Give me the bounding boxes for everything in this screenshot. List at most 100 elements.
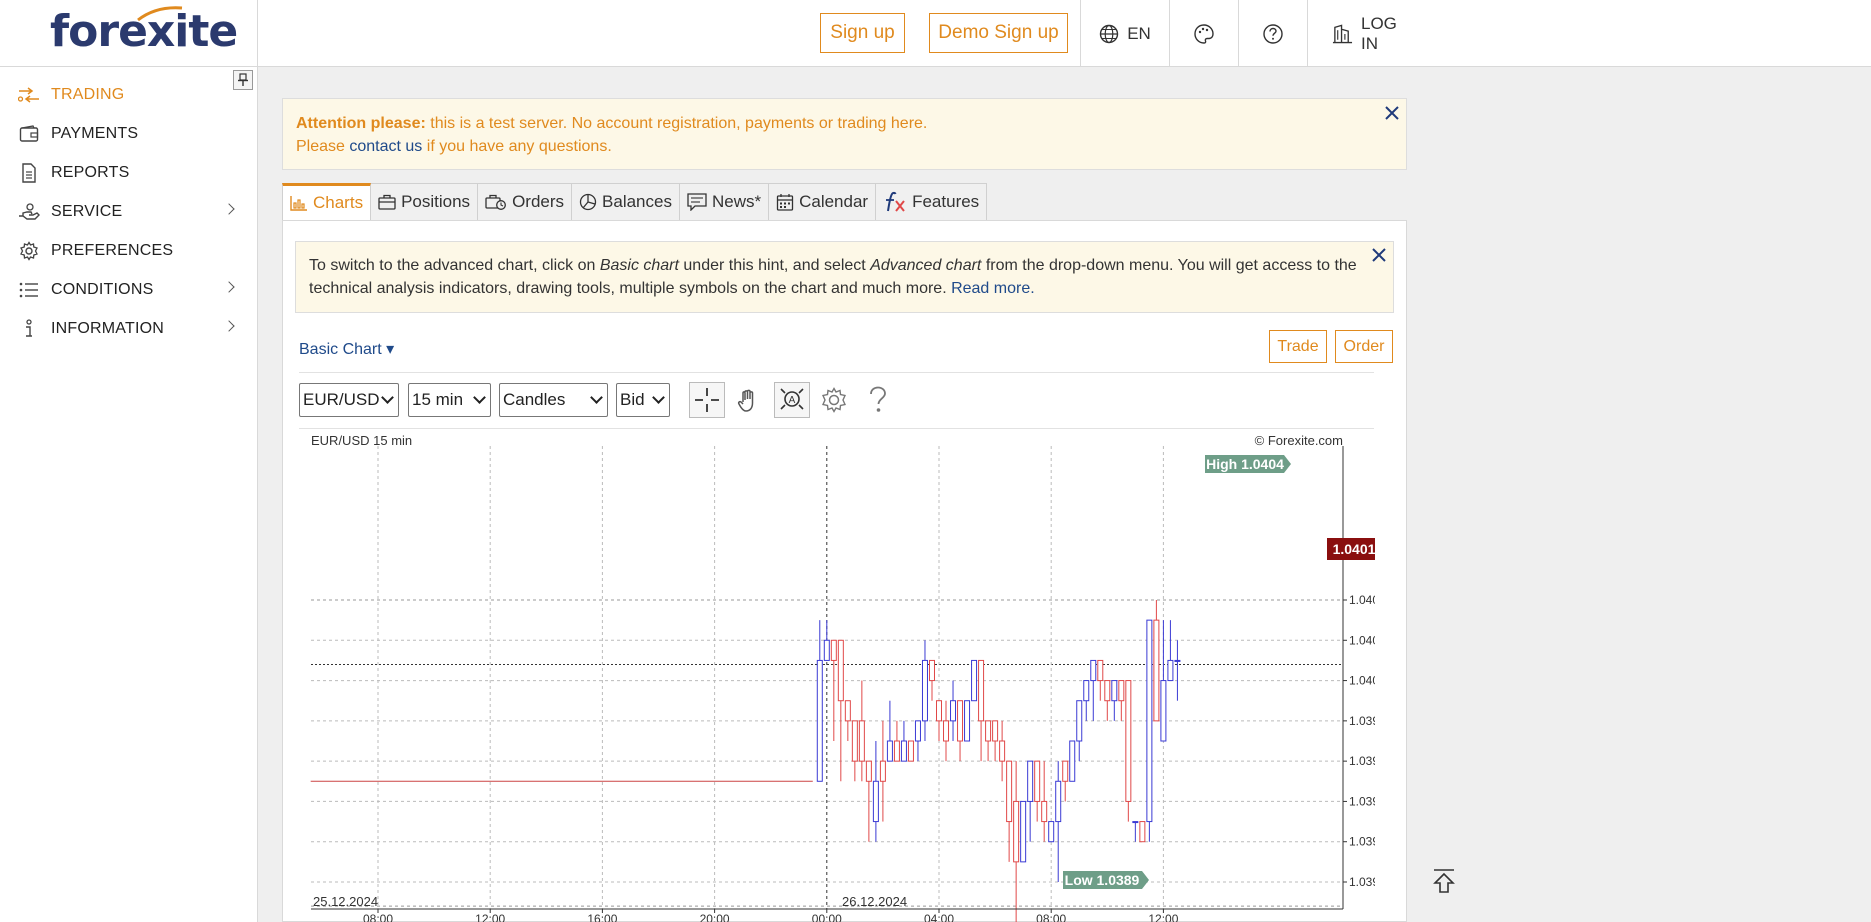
x-tick-label: 16:00 [587, 912, 617, 922]
y-tick-label: 1.0404 [1349, 593, 1375, 607]
sidebar-item-information[interactable]: INFORMATION [0, 309, 258, 348]
hint-text-italic: Advanced chart [870, 257, 982, 274]
tab-news[interactable]: News* [679, 183, 770, 221]
candle-bull [1146, 619, 1153, 842]
candle-bear [992, 720, 999, 762]
candle-body [957, 700, 964, 742]
candle-body [1027, 760, 1034, 802]
sidebar-item-service[interactable]: SERVICE [0, 192, 258, 231]
tab-calendar[interactable]: Calendar [769, 183, 877, 221]
candle-body [1139, 821, 1146, 843]
tab-positions[interactable]: Positions [371, 183, 479, 221]
symbol-select[interactable]: EUR/USD [299, 383, 399, 417]
candle-bull [1076, 700, 1083, 762]
language-selector[interactable]: EN [1080, 0, 1169, 67]
chart-help-tool[interactable] [860, 382, 896, 418]
x-tick-label: 04:00 [924, 912, 954, 922]
candle-bear [985, 720, 992, 762]
candle-bull [964, 700, 971, 742]
signup-button[interactable]: Sign up [820, 13, 905, 53]
candle-bull [921, 640, 928, 741]
candle-bull [1132, 821, 1139, 842]
sidebar-item-reports[interactable]: REPORTS [0, 153, 258, 192]
read-more-link[interactable]: Read more. [951, 280, 1035, 297]
order-button[interactable]: Order [1335, 330, 1393, 363]
chevron-down-icon [473, 391, 486, 404]
hand-icon [737, 389, 754, 412]
scroll-to-top-icon[interactable] [1432, 868, 1456, 894]
close-icon[interactable] [1384, 105, 1400, 121]
hand-icon [18, 201, 40, 223]
y-tick-label: 1.0402 [1349, 633, 1375, 647]
demo-signup-button[interactable]: Demo Sign up [929, 13, 1068, 53]
candle-body [1167, 659, 1174, 682]
candle-body [921, 659, 928, 722]
tab-features[interactable]: Features [876, 183, 988, 221]
y-tick-label: 1.0394 [1349, 794, 1375, 808]
sidebar-item-preferences[interactable]: PREFERENCES [0, 231, 258, 270]
forexite-logo[interactable]: forexite [50, 6, 238, 57]
chart-type-select[interactable]: Candles [499, 383, 608, 417]
help-button[interactable] [1238, 0, 1307, 67]
sidebar-item-label: CONDITIONS [51, 280, 154, 298]
candle-bear [1034, 760, 1041, 822]
candle-bull [1174, 640, 1181, 701]
close-icon[interactable] [1371, 247, 1387, 263]
chart-mode-dropdown[interactable]: Basic Chart ▾ [299, 339, 394, 359]
chevron-down-icon [652, 391, 665, 404]
sidebar-item-conditions[interactable]: CONDITIONS [0, 270, 258, 309]
attention-text: this is a test server. No account regist… [425, 115, 928, 132]
x-tick-label: 12:00 [1148, 912, 1178, 922]
contact-us-link[interactable]: contact us [349, 138, 422, 155]
candle-bear [879, 720, 886, 822]
auto-zoom-tool[interactable]: A [774, 382, 810, 418]
divider [299, 372, 1374, 373]
building-icon [1332, 24, 1353, 43]
candle-bear [1118, 680, 1125, 721]
settings-tool[interactable] [816, 382, 852, 418]
timeframe-value: 15 min [412, 390, 464, 409]
tab-label: News* [711, 192, 762, 211]
candle-bull [1111, 680, 1118, 721]
price-type-select[interactable]: Bid [616, 383, 670, 417]
candle-body [1125, 680, 1132, 802]
candle-body [1118, 680, 1125, 702]
candle-bull [1083, 680, 1090, 721]
candle-bear [1062, 760, 1069, 802]
candle-body [1104, 680, 1111, 702]
candle-body [858, 720, 865, 762]
sidebar-item-trading[interactable]: TRADING [0, 75, 258, 114]
price-type-value: Bid [620, 390, 645, 409]
candle-bull [1020, 800, 1027, 863]
tab-balances[interactable]: Balances [572, 183, 680, 221]
chart-icon [290, 196, 307, 211]
charts-panel: To switch to the advanced chart, click o… [282, 220, 1407, 922]
candle-bear [928, 659, 935, 701]
low-label-text: Low 1.0389 [1065, 872, 1140, 888]
candle-bear [858, 680, 865, 782]
candle-bull [971, 659, 978, 702]
candle-bear [1139, 821, 1146, 843]
candle-bear [999, 720, 1006, 782]
candle-body [1153, 619, 1160, 722]
candle-bear [1006, 760, 1013, 862]
chevron-right-icon [223, 203, 235, 215]
price-chart[interactable]: 1.0390 1.0392 1.0394 1.0396 1.0398 1.0400 1.04… [299, 428, 1386, 922]
chart-title: EUR/USD 15 min [311, 433, 412, 448]
tab-charts[interactable]: Charts [282, 183, 372, 221]
chart-svg[interactable]: 1.0390 1.0392 1.0394 1.0396 1.0398 1.0400 1.04… [299, 428, 1386, 922]
trade-button[interactable]: Trade [1269, 330, 1327, 363]
logo-swoosh-icon [137, 6, 183, 22]
fx-icon [886, 191, 905, 212]
timeframe-select[interactable]: 15 min [408, 383, 491, 417]
login-button[interactable]: LOG IN [1307, 0, 1416, 67]
y-tick-label: 1.0390 [1349, 875, 1375, 889]
trading-icon [18, 84, 40, 106]
tab-orders[interactable]: Orders [478, 183, 573, 221]
candle-body [928, 659, 935, 682]
pan-tool[interactable] [731, 382, 767, 418]
theme-button[interactable] [1169, 0, 1238, 67]
crosshair-tool[interactable] [689, 382, 725, 418]
sidebar-item-payments[interactable]: PAYMENTS [0, 114, 258, 153]
candle-body [1132, 821, 1139, 824]
